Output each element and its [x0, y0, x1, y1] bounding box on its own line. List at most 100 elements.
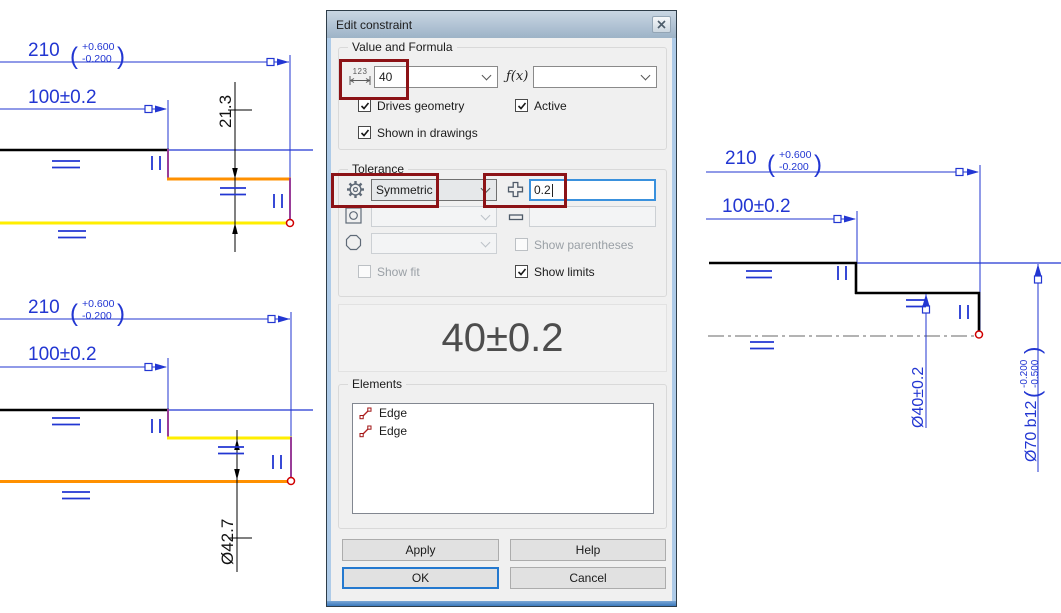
dim-text[interactable]: Ø42.7 — [218, 519, 237, 565]
dim-limit-square — [267, 59, 274, 66]
dim-limit-square — [145, 364, 152, 371]
fit-dropdown — [371, 206, 497, 227]
dim-tol-lower: -0.500 — [1030, 359, 1041, 388]
geometry-top[interactable] — [0, 149, 313, 227]
tolerance-preview: 40±0.2 — [338, 304, 667, 372]
deviation-icon — [345, 234, 362, 251]
dim-text[interactable]: 100±0.2 — [722, 196, 791, 217]
chevron-down-icon[interactable] — [481, 184, 491, 194]
show-limits-label: Show limits — [534, 265, 595, 279]
dim-text[interactable]: 21.3 — [216, 95, 235, 128]
gear-icon — [345, 179, 365, 199]
list-item[interactable]: Edge — [353, 422, 653, 440]
dim-arrow — [277, 59, 289, 66]
dim-text[interactable]: 210 — [28, 297, 60, 318]
application-canvas: 210 ( +0.600 -0.200 ) 100±0.2 — [0, 0, 1061, 613]
dimension-d40[interactable]: Ø40±0.2 — [910, 294, 930, 428]
group-label: Value and Formula — [348, 40, 457, 54]
dimension-100-top[interactable]: 100±0.2 — [0, 87, 168, 150]
ok-button[interactable]: OK — [342, 567, 499, 589]
show-limits-checkbox[interactable] — [515, 265, 528, 278]
dim-tol-upper: +0.600 — [779, 149, 812, 161]
upper-tolerance-input[interactable]: 0.2 — [529, 179, 656, 201]
chevron-down-icon — [481, 210, 491, 220]
apply-label: Apply — [405, 543, 435, 557]
list-item[interactable]: Edge — [353, 404, 653, 422]
active-checkbox[interactable] — [515, 99, 528, 112]
dim-tol-lower: -0.200 — [82, 310, 112, 322]
drawing-left-bottom[interactable]: 210 ( +0.600 -0.200 ) 100±0.2 — [0, 297, 313, 572]
elements-listbox[interactable]: Edge Edge — [352, 403, 654, 514]
preview-text: 40±0.2 — [441, 316, 563, 361]
chevron-down-icon[interactable] — [641, 71, 651, 81]
show-fit-checkbox — [358, 265, 371, 278]
dim-arrow — [234, 439, 240, 450]
dim-tol-lower: -0.200 — [779, 161, 809, 173]
show-parentheses-label: Show parentheses — [534, 238, 633, 252]
dim-text[interactable]: Ø70 b12 — [1023, 401, 1040, 462]
drawing-left-top[interactable]: 210 ( +0.600 -0.200 ) 100±0.2 — [0, 40, 313, 252]
chevron-down-icon — [481, 237, 491, 247]
shown-in-drawings-label: Shown in drawings — [377, 126, 478, 140]
drawing-right[interactable]: 210 ( +0.600 -0.200 ) 100±0.2 — [706, 148, 1061, 472]
cancel-button[interactable]: Cancel — [510, 567, 666, 589]
fx-label: ƒ(x) — [506, 69, 528, 84]
edge-icon — [359, 407, 372, 420]
dimension-21-3[interactable]: 21.3 — [216, 82, 252, 252]
edit-constraint-dialog: Edit constraint Value and Formula 123 40… — [326, 10, 677, 607]
dimension-100-right[interactable]: 100±0.2 — [706, 196, 857, 262]
text-caret — [552, 184, 553, 197]
dialog-bottom-border — [327, 601, 676, 606]
dim-text[interactable]: Ø40±0.2 — [910, 367, 927, 428]
constraint-marks-bottom[interactable] — [52, 418, 281, 499]
minus-tolerance-icon — [508, 210, 524, 224]
paren-open: ( — [70, 300, 78, 327]
geometry-bottom[interactable] — [0, 409, 313, 485]
list-item-label: Edge — [379, 424, 407, 438]
edge-icon — [359, 425, 372, 438]
dim-text[interactable]: 100±0.2 — [28, 87, 97, 108]
check-icon — [360, 101, 370, 111]
help-button[interactable]: Help — [510, 539, 666, 561]
apply-button[interactable]: Apply — [342, 539, 499, 561]
value-combobox[interactable]: 40 — [374, 66, 498, 88]
ok-label: OK — [412, 571, 429, 585]
paren-close: ) — [117, 43, 125, 70]
dimension-42-7[interactable]: Ø42.7 — [218, 430, 252, 572]
paren-open: ( — [1020, 390, 1045, 398]
dimension-210-right[interactable]: 210 ( +0.600 -0.200 ) — [706, 148, 980, 330]
endpoint-marker[interactable] — [976, 331, 983, 338]
paren-close: ) — [117, 300, 125, 327]
dim-text[interactable]: 210 — [28, 40, 60, 61]
paren-open: ( — [70, 43, 78, 70]
dim-limit-square — [145, 106, 152, 113]
formula-combobox[interactable] — [533, 66, 657, 88]
group-label: Tolerance — [348, 162, 408, 176]
dim-text[interactable]: 210 — [725, 148, 757, 169]
dim-tol-upper: +0.600 — [82, 41, 115, 53]
paren-open: ( — [767, 151, 775, 178]
close-button[interactable] — [652, 16, 671, 33]
dim-limit-square — [834, 216, 841, 223]
check-icon — [517, 101, 527, 111]
shown-in-drawings-checkbox[interactable] — [358, 126, 371, 139]
dim-arrow — [232, 168, 238, 179]
fit-tolerance-icon — [345, 207, 362, 224]
dim-arrow — [278, 316, 290, 323]
show-fit-label: Show fit — [377, 265, 420, 279]
geometry-right[interactable] — [708, 262, 1061, 338]
dim-arrow — [967, 169, 979, 176]
dim-limit-square — [1035, 276, 1042, 283]
plus-tolerance-icon — [507, 181, 524, 198]
tolerance-type-dropdown[interactable]: Symmetric — [371, 179, 497, 201]
dialog-titlebar[interactable]: Edit constraint — [327, 11, 676, 38]
dimension-100-bottom[interactable]: 100±0.2 — [0, 344, 168, 410]
drives-geometry-checkbox[interactable] — [358, 99, 371, 112]
dimension-d70[interactable]: Ø70 b12 ( -0.200 -0.500 ) — [1019, 264, 1045, 472]
dim-text[interactable]: 100±0.2 — [28, 344, 97, 365]
endpoint-marker[interactable] — [288, 478, 295, 485]
chevron-down-icon[interactable] — [482, 71, 492, 81]
endpoint-marker[interactable] — [287, 220, 294, 227]
dim-tol-lower: -0.200 — [82, 53, 112, 65]
deviation-dropdown — [371, 233, 497, 254]
